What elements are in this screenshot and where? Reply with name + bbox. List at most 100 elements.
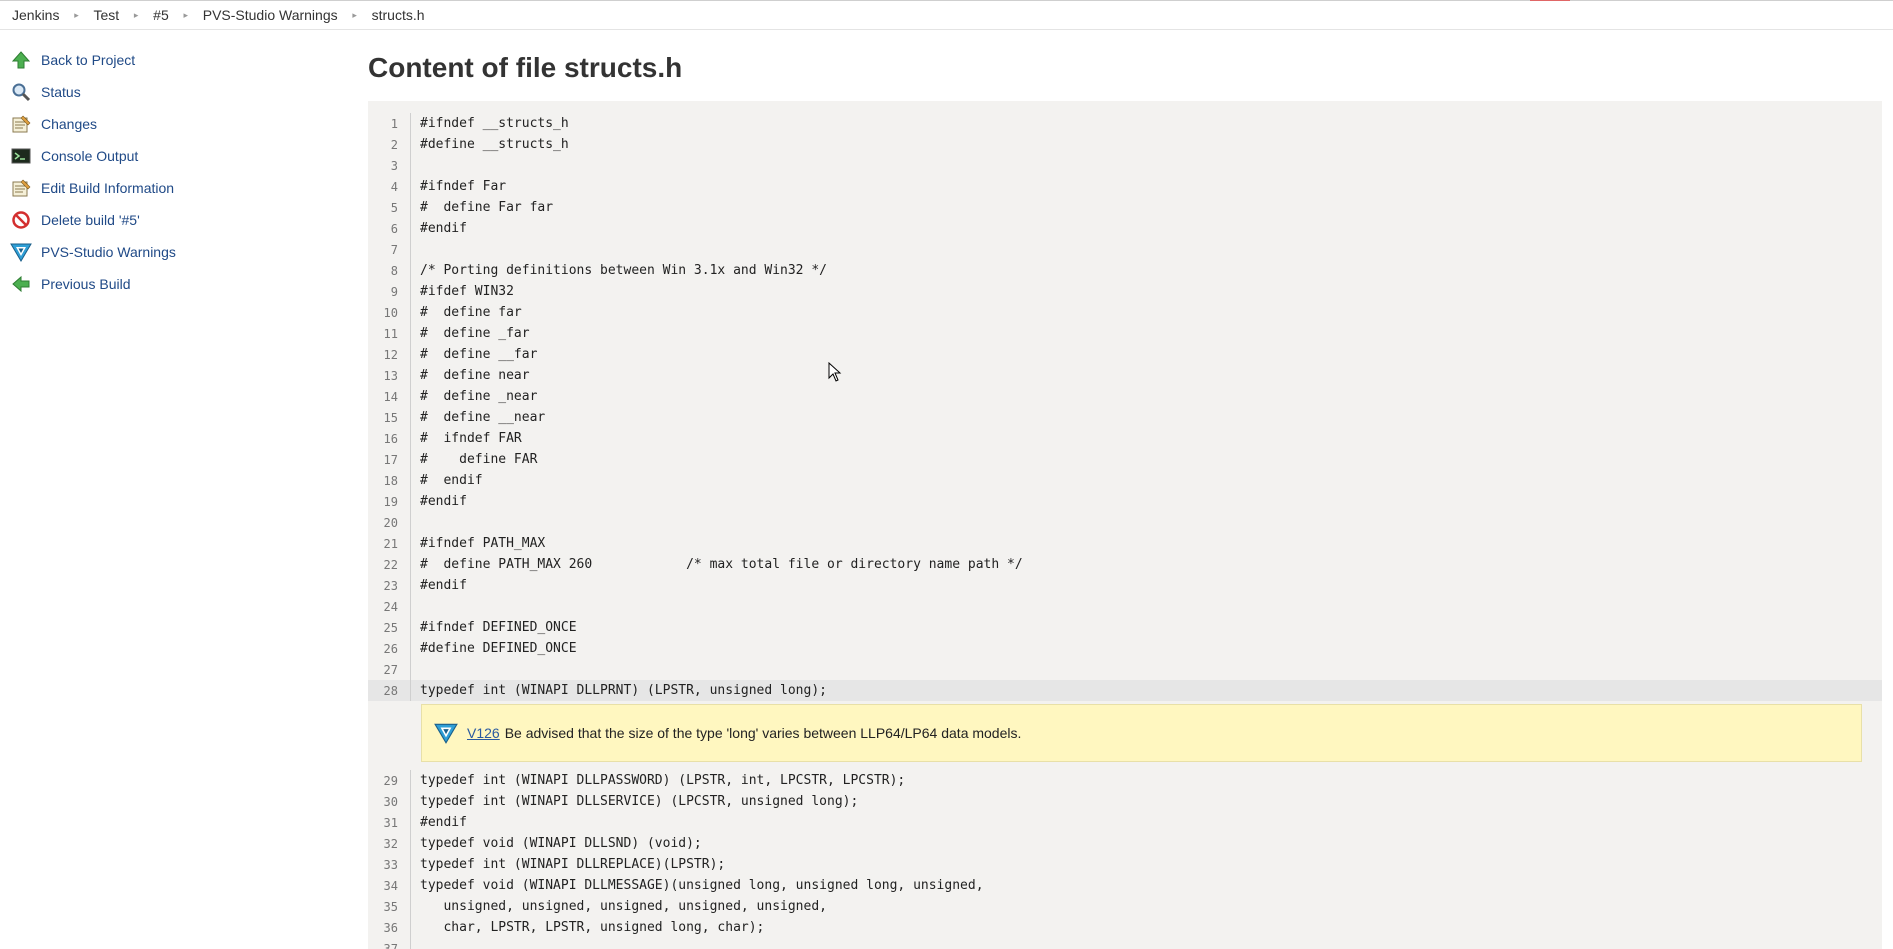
warning-annotation: V126 Be advised that the size of the typ… <box>421 704 1862 762</box>
code-line: 6 #endif <box>368 218 1882 239</box>
task-label[interactable]: Back to Project <box>41 52 135 68</box>
task-label[interactable]: Edit Build Information <box>41 180 174 196</box>
code-line: 19 #endif <box>368 491 1882 512</box>
code-line: 5 # define Far far <box>368 197 1882 218</box>
breadcrumb-file[interactable]: structs.h <box>360 7 437 23</box>
code-text: typedef int (WINAPI DLLPASSWORD) (LPSTR,… <box>420 773 906 788</box>
pvs-studio-icon <box>434 721 460 745</box>
line-number: 1 <box>390 116 398 131</box>
code-text: #ifndef Far <box>420 179 507 194</box>
code-line: 27 <box>368 659 1882 680</box>
task-label[interactable]: Status <box>41 84 81 100</box>
code-line: 7 <box>368 239 1882 260</box>
task-pvs-studio-warnings[interactable]: PVS-Studio Warnings <box>0 236 340 268</box>
code-line: 33 typedef int (WINAPI DLLREPLACE)(LPSTR)… <box>368 854 1882 875</box>
line-number: 3 <box>390 158 398 173</box>
code-text: # endif <box>420 473 483 488</box>
breadcrumb-test[interactable]: Test <box>81 7 131 23</box>
code-text: unsigned, unsigned, unsigned, unsigned, … <box>420 899 827 914</box>
gutter-divider <box>410 659 411 680</box>
code-line: 8 /* Porting definitions between Win 3.1x… <box>368 260 1882 281</box>
page-title: Content of file structs.h <box>368 52 683 83</box>
code-line: 35 unsigned, unsigned, unsigned, unsigne… <box>368 896 1882 917</box>
line-number: 23 <box>383 578 398 593</box>
code-text: # define near <box>420 368 530 383</box>
code-line: 14 # define _near <box>368 386 1882 407</box>
breadcrumb-jenkins[interactable]: Jenkins <box>0 7 71 23</box>
code-text: # define _near <box>420 389 538 404</box>
code-line: 30 typedef int (WINAPI DLLSERVICE) (LPCST… <box>368 791 1882 812</box>
code-text: # define PATH_MAX 260 /* max total file … <box>420 557 1023 572</box>
task-previous-build[interactable]: Previous Build <box>0 268 340 300</box>
line-number: 8 <box>390 263 398 278</box>
task-label[interactable]: Console Output <box>41 148 138 164</box>
code-line: 26 #define DEFINED_ONCE <box>368 638 1882 659</box>
line-number: 21 <box>383 536 398 551</box>
breadcrumb-build[interactable]: #5 <box>141 7 181 23</box>
task-delete-build[interactable]: Delete build '#5' <box>0 204 340 236</box>
no-entry-icon <box>10 209 32 231</box>
code-text: typedef int (WINAPI DLLPRNT) (LPSTR, uns… <box>420 683 827 698</box>
source-code-panel: 1 #ifndef __structs_h 2 #define __structs_h… <box>368 101 1882 949</box>
code-text: /* Porting definitions between Win 3.1x … <box>420 263 827 278</box>
line-number: 20 <box>383 515 398 530</box>
notepad-icon <box>10 113 32 135</box>
line-number: 26 <box>383 641 398 656</box>
warning-code-link[interactable]: V126 <box>467 725 500 741</box>
code-text: #define __structs_h <box>420 137 569 152</box>
line-number: 9 <box>390 284 398 299</box>
task-label[interactable]: Delete build '#5' <box>41 212 140 228</box>
line-number: 10 <box>383 305 398 320</box>
breadcrumb-pvs-warnings[interactable]: PVS-Studio Warnings <box>191 7 350 23</box>
task-label[interactable]: PVS-Studio Warnings <box>41 244 176 260</box>
line-number: 12 <box>383 347 398 362</box>
line-number: 19 <box>383 494 398 509</box>
line-number: 11 <box>383 326 398 341</box>
line-number: 5 <box>390 200 398 215</box>
line-number: 27 <box>383 662 398 677</box>
code-line: 21 #ifndef PATH_MAX <box>368 533 1882 554</box>
code-line: 29 typedef int (WINAPI DLLPASSWORD) (LPST… <box>368 770 1882 791</box>
line-number: 15 <box>383 410 398 425</box>
chevron-right-icon[interactable]: ▸ <box>350 10 360 21</box>
code-line: 36 char, LPSTR, LPSTR, unsigned long, ch… <box>368 917 1882 938</box>
line-number: 29 <box>383 773 398 788</box>
breadcrumb: Jenkins ▸ Test ▸ #5 ▸ PVS-Studio Warning… <box>0 1 1893 30</box>
line-number: 36 <box>383 920 398 935</box>
code-line: 24 <box>368 596 1882 617</box>
task-back-to-project[interactable]: Back to Project <box>0 44 340 76</box>
line-number: 13 <box>383 368 398 383</box>
code-line: 25 #ifndef DEFINED_ONCE <box>368 617 1882 638</box>
magnifier-icon <box>10 81 32 103</box>
chevron-right-icon[interactable]: ▸ <box>131 10 141 21</box>
code-text: # define far <box>420 305 522 320</box>
line-number: 22 <box>383 557 398 572</box>
code-line: 16 # ifndef FAR <box>368 428 1882 449</box>
task-label[interactable]: Changes <box>41 116 97 132</box>
code-line: 34 typedef void (WINAPI DLLMESSAGE)(unsig… <box>368 875 1882 896</box>
gutter-divider <box>410 596 411 617</box>
side-panel: Back to Project Status Changes Console O… <box>0 44 340 300</box>
task-console-output[interactable]: Console Output <box>0 140 340 172</box>
code-line: 11 # define _far <box>368 323 1882 344</box>
warning-message: Be advised that the size of the type 'lo… <box>504 725 1022 741</box>
code-line: 1 #ifndef __structs_h <box>368 113 1882 134</box>
code-text: char, LPSTR, LPSTR, unsigned long, char)… <box>420 920 765 935</box>
code-line: 2 #define __structs_h <box>368 134 1882 155</box>
line-number: 17 <box>383 452 398 467</box>
code-text: # define __near <box>420 410 546 425</box>
task-status[interactable]: Status <box>0 76 340 108</box>
chevron-right-icon[interactable]: ▸ <box>181 10 191 21</box>
chevron-right-icon[interactable]: ▸ <box>71 10 81 21</box>
task-changes[interactable]: Changes <box>0 108 340 140</box>
gutter-divider <box>410 938 411 949</box>
line-number: 32 <box>383 836 398 851</box>
line-number: 2 <box>390 137 398 152</box>
line-number: 31 <box>383 815 398 830</box>
mouse-cursor-icon <box>828 361 842 387</box>
notepad-edit-icon <box>10 177 32 199</box>
code-text: # define _far <box>420 326 530 341</box>
task-label[interactable]: Previous Build <box>41 276 131 292</box>
task-edit-build-information[interactable]: Edit Build Information <box>0 172 340 204</box>
line-number: 24 <box>383 599 398 614</box>
